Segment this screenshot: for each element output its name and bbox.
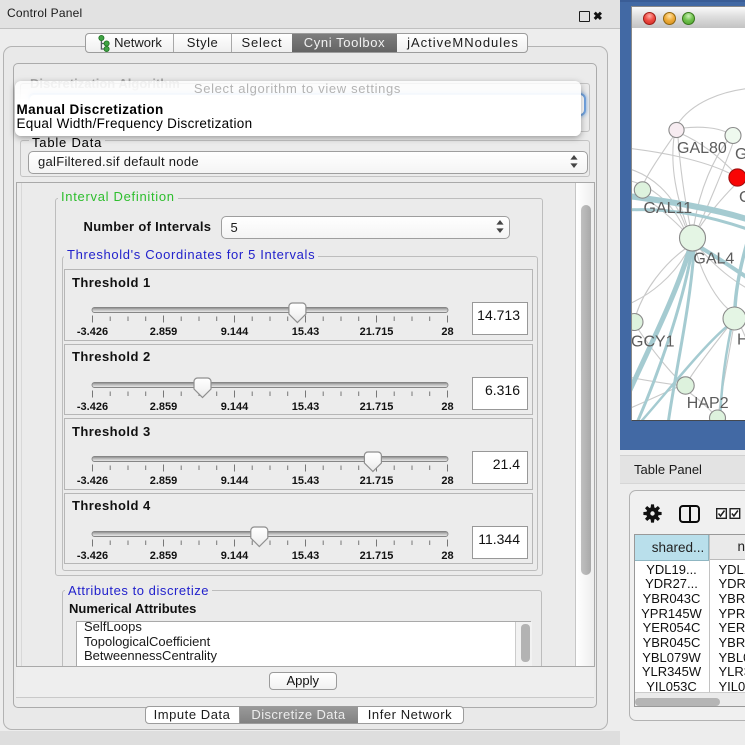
svg-text:21.715: 21.715 — [359, 326, 393, 338]
svg-text:GA: GA — [735, 146, 745, 163]
svg-text:28: 28 — [441, 326, 453, 338]
svg-text:9.144: 9.144 — [220, 326, 248, 338]
svg-text:GAL4: GAL4 — [693, 251, 734, 268]
svg-text:C: C — [739, 189, 745, 206]
svg-text:HAP2: HAP2 — [687, 395, 729, 412]
svg-text:GAL11: GAL11 — [644, 200, 693, 217]
svg-text:-3.426: -3.426 — [76, 326, 107, 338]
svg-text:GAL80: GAL80 — [677, 140, 727, 157]
svg-text:H: H — [737, 332, 745, 349]
svg-text:15.43: 15.43 — [291, 326, 319, 338]
svg-text:GCY1: GCY1 — [632, 334, 675, 351]
svg-text:2.859: 2.859 — [149, 326, 177, 338]
